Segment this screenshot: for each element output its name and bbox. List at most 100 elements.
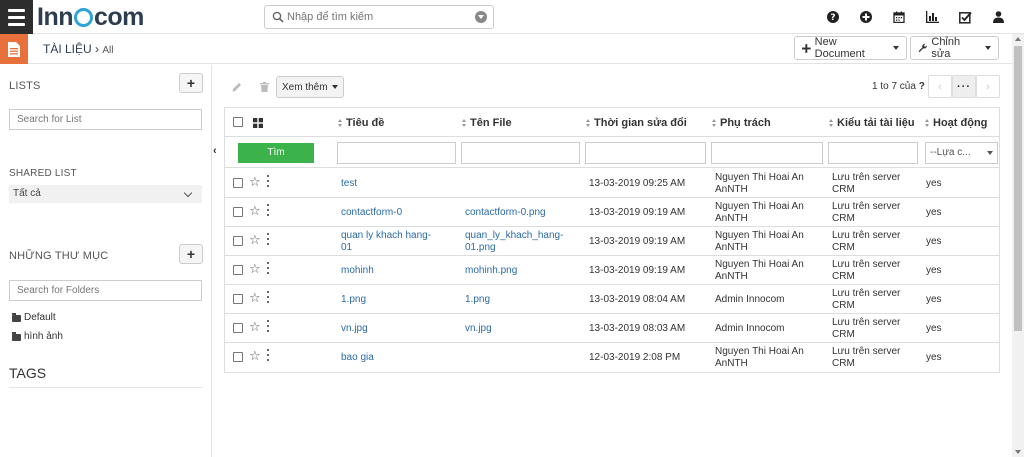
filter-time-input[interactable] (585, 142, 706, 164)
column-header-type[interactable]: Kiểu tải tài liệu (829, 117, 915, 129)
folder-item-hinh-anh[interactable]: hình ảnh (12, 331, 63, 342)
calendar-icon[interactable] (891, 9, 907, 25)
row-menu-icon[interactable] (267, 175, 270, 187)
next-page-button[interactable]: › (976, 75, 1000, 98)
checkbox-icon[interactable] (957, 9, 973, 25)
select-all-checkbox[interactable] (233, 117, 243, 127)
row-menu-icon[interactable] (267, 262, 270, 274)
cell-active: yes (926, 236, 942, 247)
cell-file[interactable]: mohinh.png (465, 265, 517, 277)
pencil-icon[interactable] (230, 75, 244, 99)
table-row[interactable]: ☆ vn.jpg vn.jpg 13-03-2019 08:03 AM Admin In… (225, 314, 999, 343)
cell-active: yes (926, 178, 942, 189)
breadcrumb-title[interactable]: TÀI LIỆU (43, 42, 92, 56)
filter-title-input[interactable] (337, 142, 456, 164)
filter-owner-input[interactable] (711, 142, 823, 164)
cell-owner: Nguyen Thi Hoai An AnNTH (715, 230, 804, 253)
folder-item-default[interactable]: Default (12, 312, 56, 323)
plus-icon (802, 43, 811, 53)
cell-title[interactable]: test (341, 178, 357, 190)
cell-title[interactable]: bao gia (341, 352, 374, 364)
cell-title[interactable]: mohinh (341, 265, 374, 277)
cell-file[interactable]: 1.png (465, 294, 490, 306)
table-row[interactable]: ☆ mohinh mohinh.png 13-03-2019 09:19 AM Nguy… (225, 256, 999, 285)
shared-list-select[interactable]: Tất cả (9, 185, 202, 203)
column-header-active[interactable]: Hoạt động (925, 117, 987, 129)
table-row[interactable]: ☆ contactform-0 contactform-0.png 13-03-201… (225, 198, 999, 227)
row-checkbox[interactable] (233, 207, 243, 217)
filter-active-select[interactable]: --Lựa c... (925, 142, 998, 164)
cell-modified: 12-03-2019 2:08 PM (589, 352, 681, 363)
breadcrumb-sub: All (102, 45, 114, 56)
cell-title[interactable]: quan ly khach hang- 01 (341, 230, 431, 254)
cell-title[interactable]: 1.png (341, 294, 366, 306)
breadcrumb: TÀI LIỆU › All (43, 42, 114, 56)
search-dropdown-icon[interactable] (475, 11, 487, 23)
cell-owner: Nguyen Thi Hoai An AnNTH (715, 172, 804, 195)
new-document-button[interactable]: New Document (794, 36, 907, 60)
filter-file-input[interactable] (461, 142, 580, 164)
cell-modified: 13-03-2019 08:04 AM (589, 294, 686, 305)
star-icon[interactable]: ☆ (249, 233, 261, 247)
add-folder-button[interactable]: + (179, 244, 203, 264)
grid-view-icon[interactable] (253, 118, 263, 128)
row-checkbox[interactable] (233, 265, 243, 275)
question-circle-icon[interactable]: ? (825, 9, 841, 25)
cell-modified: 13-03-2019 09:19 AM (589, 265, 686, 276)
star-icon[interactable]: ☆ (249, 262, 261, 276)
row-checkbox[interactable] (233, 352, 243, 362)
star-icon[interactable]: ☆ (249, 349, 261, 363)
more-pages-button[interactable]: ··· (952, 75, 976, 98)
edit-button[interactable]: Chỉnh sửa (910, 36, 999, 60)
table-row[interactable]: ☆ quan ly khach hang- 01 quan_ly_khach_hang… (225, 227, 999, 256)
star-icon[interactable]: ☆ (249, 291, 261, 305)
star-icon[interactable]: ☆ (249, 175, 261, 189)
cell-file[interactable]: contactform-0.png (465, 207, 546, 219)
cell-file[interactable]: quan_ly_khach_hang- 01.png (465, 230, 563, 254)
column-header-owner[interactable]: Phụ trách (712, 117, 771, 129)
row-menu-icon[interactable] (267, 204, 270, 216)
pagination-total[interactable]: ? (919, 81, 925, 92)
cell-file[interactable]: vn.jpg (465, 323, 492, 335)
column-header-file[interactable]: Tên File (462, 117, 512, 129)
row-checkbox[interactable] (233, 323, 243, 333)
collapse-sidebar-icon[interactable]: ‹ (213, 145, 223, 159)
menu-icon[interactable] (0, 0, 33, 34)
row-menu-icon[interactable] (267, 320, 270, 332)
row-menu-icon[interactable] (267, 291, 270, 303)
user-icon[interactable] (990, 9, 1006, 25)
cell-title[interactable]: contactform-0 (341, 207, 402, 219)
table-row[interactable]: ☆ bao gia 12-03-2019 2:08 PM Nguyen Thi Hoa… (225, 343, 999, 372)
column-header-modified[interactable]: Thời gian sửa đổi (586, 117, 687, 129)
prev-page-button[interactable]: ‹ (928, 75, 952, 98)
cell-title[interactable]: vn.jpg (341, 323, 368, 335)
filter-row: Tìm --Lựa c... (225, 138, 999, 168)
plus-circle-icon[interactable] (858, 9, 874, 25)
logo[interactable]: Inn com (37, 3, 144, 31)
search-input[interactable] (287, 8, 467, 26)
cell-type: Lưu trên server CRM (832, 259, 901, 282)
list-search-input[interactable] (9, 109, 202, 130)
wrench-icon (918, 43, 927, 52)
bar-chart-icon[interactable] (924, 9, 940, 25)
row-checkbox[interactable] (233, 294, 243, 304)
filter-type-input[interactable] (828, 142, 918, 164)
row-menu-icon[interactable] (267, 349, 270, 361)
table-row[interactable]: ☆ test 13-03-2019 09:25 AM Nguyen Thi Hoai … (225, 169, 999, 198)
row-checkbox[interactable] (233, 178, 243, 188)
more-options-button[interactable]: Xem thêm (276, 76, 344, 98)
row-checkbox[interactable] (233, 236, 243, 246)
star-icon[interactable]: ☆ (249, 204, 261, 218)
cell-owner: Admin Innocom (715, 294, 785, 305)
column-header-title[interactable]: Tiêu đề (338, 117, 384, 129)
search-filter-button[interactable]: Tìm (238, 143, 314, 163)
row-menu-icon[interactable] (267, 233, 270, 245)
table-row[interactable]: ☆ 1.png 1.png 13-03-2019 08:04 AM Admin Inno… (225, 285, 999, 314)
folder-search-input[interactable] (9, 280, 202, 301)
cell-owner: Nguyen Thi Hoai An AnNTH (715, 201, 804, 224)
trash-icon[interactable] (257, 75, 271, 99)
page-scrollbar[interactable] (1012, 34, 1024, 457)
star-icon[interactable]: ☆ (249, 320, 261, 334)
add-list-button[interactable]: + (179, 73, 203, 93)
global-search[interactable] (264, 5, 494, 29)
